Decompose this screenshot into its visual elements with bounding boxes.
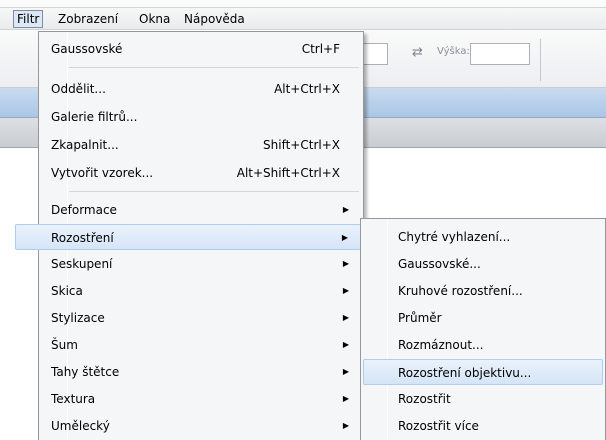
swap-arrows-icon[interactable]: ⇄ <box>412 45 423 60</box>
menu-item-label: Skica <box>51 284 83 298</box>
menu-item-rozostreni[interactable]: Rozostření ▶ <box>15 224 361 250</box>
menu-item-label: Stylizace <box>51 311 105 325</box>
menu-item-label: Chytré vyhlazení... <box>398 230 511 244</box>
menu-item-skica[interactable]: Skica ▶ <box>41 278 361 304</box>
submenu-item-rozostreni-objektivu[interactable]: Rozostření objektivu... <box>363 359 603 385</box>
triangle-right-icon: ▶ <box>342 205 349 214</box>
menu-item-sum[interactable]: Šum ▶ <box>41 332 361 358</box>
height-input[interactable] <box>470 43 530 65</box>
height-label: Výška: <box>437 46 470 57</box>
menu-item-shortcut: Alt+Ctrl+X <box>274 82 340 96</box>
menu-item-label: Kruhové rozostření... <box>398 284 523 298</box>
menu-item-label: Rozostřit více <box>398 419 479 433</box>
menu-item-label: Umělecký <box>51 419 110 433</box>
menu-item-vytvorit-vzorek[interactable]: Vytvořit vzorek... Alt+Shift+Ctrl+X <box>41 160 361 186</box>
menu-item-label: Oddělit... <box>51 82 106 96</box>
triangle-right-icon: ▶ <box>342 421 349 430</box>
submenu-item-kruhove-rozostreni[interactable]: Kruhové rozostření... <box>363 278 603 304</box>
triangle-right-icon: ▶ <box>342 340 349 349</box>
menu-item-label: Tahy štětce <box>51 365 120 379</box>
menu-item-label: Gaussovské <box>51 42 123 56</box>
triangle-right-icon: ▶ <box>342 394 349 403</box>
menu-item-shortcut: Shift+Ctrl+X <box>263 138 340 152</box>
menu-item-label: Zkapalnit... <box>51 138 119 152</box>
filter-menu: Gaussovské Ctrl+F Oddělit... Alt+Ctrl+X … <box>15 31 364 440</box>
menu-item-gaussovske[interactable]: Gaussovské Ctrl+F <box>41 36 361 62</box>
window-top-edge <box>0 0 606 8</box>
triangle-right-icon: ▶ <box>342 313 349 322</box>
triangle-right-icon: ▶ <box>342 259 349 268</box>
menu-zobrazeni[interactable]: Zobrazení <box>55 10 121 28</box>
menu-item-label: Šum <box>51 338 78 352</box>
blur-submenu: Chytré vyhlazení... Gaussovské... Kruhov… <box>360 218 606 440</box>
menu-item-label: Gaussovské... <box>398 257 481 271</box>
menu-item-shortcut: Alt+Shift+Ctrl+X <box>236 166 340 180</box>
submenu-item-rozostrit[interactable]: Rozostřit <box>363 386 603 412</box>
menu-item-seskupeni[interactable]: Seskupení ▶ <box>41 251 361 277</box>
menu-separator <box>69 191 359 192</box>
menu-item-zkapalnit[interactable]: Zkapalnit... Shift+Ctrl+X <box>41 132 361 158</box>
triangle-right-icon: ▶ <box>341 233 348 242</box>
menu-item-label: Textura <box>51 392 96 406</box>
menu-item-oddelit[interactable]: Oddělit... Alt+Ctrl+X <box>41 76 361 102</box>
submenu-item-prumer[interactable]: Průměr <box>363 305 603 331</box>
menu-item-deformace[interactable]: Deformace ▶ <box>41 197 361 223</box>
triangle-right-icon: ▶ <box>342 286 349 295</box>
submenu-item-chytre-vyhlazeni[interactable]: Chytré vyhlazení... <box>363 224 603 250</box>
menu-item-label: Rozostřit <box>398 392 451 406</box>
menu-item-galerie-filtru[interactable]: Galerie filtrů... <box>41 104 361 130</box>
menu-item-label: Vytvořit vzorek... <box>51 166 154 180</box>
menu-okna[interactable]: Okna <box>136 10 173 28</box>
menu-item-shortcut: Ctrl+F <box>301 42 340 56</box>
menu-item-tahy-stetce[interactable]: Tahy štětce ▶ <box>41 359 361 385</box>
menu-item-stylizace[interactable]: Stylizace ▶ <box>41 305 361 331</box>
menu-item-label: Rozmáznout... <box>398 338 484 352</box>
menu-item-label: Galerie filtrů... <box>51 110 138 124</box>
menu-item-label: Rozostření <box>51 231 114 245</box>
options-separator <box>540 39 541 81</box>
menu-filtr[interactable]: Filtr <box>13 10 44 28</box>
menu-item-label: Deformace <box>51 203 117 217</box>
submenu-item-rozostrit-vice[interactable]: Rozostřit více <box>363 413 603 439</box>
width-input[interactable] <box>360 43 388 65</box>
menu-bar: Filtr Zobrazení Okna Nápověda <box>0 8 606 30</box>
triangle-right-icon: ▶ <box>342 367 349 376</box>
menu-napoveda[interactable]: Nápověda <box>181 10 248 28</box>
menu-separator <box>69 67 359 68</box>
menu-item-label: Seskupení <box>51 257 113 271</box>
menu-item-umelecky[interactable]: Umělecký ▶ <box>41 413 361 439</box>
submenu-item-rozmaznout[interactable]: Rozmáznout... <box>363 332 603 358</box>
menu-item-textura[interactable]: Textura ▶ <box>41 386 361 412</box>
submenu-item-gaussovske[interactable]: Gaussovské... <box>363 251 603 277</box>
menu-item-label: Rozostření objektivu... <box>398 366 532 380</box>
menu-item-label: Průměr <box>398 311 442 325</box>
